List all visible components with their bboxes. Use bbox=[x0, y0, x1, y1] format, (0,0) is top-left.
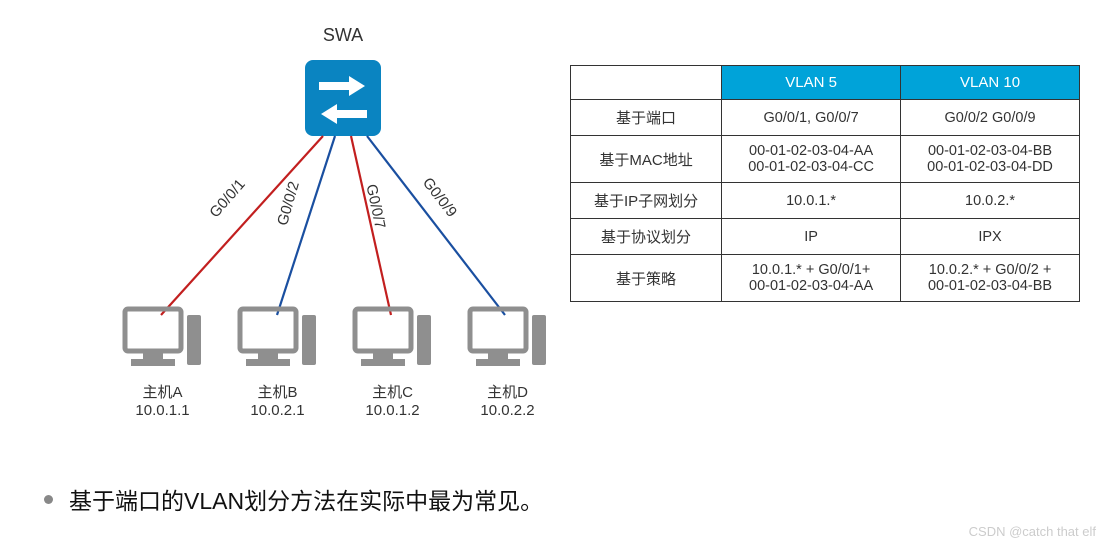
host-label: 主机C bbox=[372, 381, 413, 402]
cell: IPX bbox=[901, 219, 1080, 255]
row-head: 基于IP子网划分 bbox=[571, 183, 722, 219]
row-head: 基于端口 bbox=[571, 100, 722, 136]
host-label: 主机D bbox=[487, 381, 528, 402]
hosts-row: 主机A 10.0.1.1 主机B 10.0.2.1 主机C 10.0.1.2 bbox=[115, 305, 555, 419]
row-head: 基于MAC地址 bbox=[571, 136, 722, 183]
computer-icon bbox=[466, 305, 550, 375]
table-row: 基于协议划分 IP IPX bbox=[571, 219, 1080, 255]
cell: 00-01-02-03-04-BB00-01-02-03-04-DD bbox=[901, 136, 1080, 183]
cell: 00-01-02-03-04-AA00-01-02-03-04-CC bbox=[722, 136, 901, 183]
host-ip: 10.0.2.1 bbox=[250, 402, 304, 419]
host-ip: 10.0.1.2 bbox=[365, 402, 419, 419]
bullet-icon bbox=[44, 495, 53, 504]
cell: 10.0.2.* + G0/0/2 +00-01-02-03-04-BB bbox=[901, 255, 1080, 302]
cell: 10.0.2.* bbox=[901, 183, 1080, 219]
table-header-row: VLAN 5 VLAN 10 bbox=[571, 66, 1080, 100]
header-vlan10: VLAN 10 bbox=[901, 66, 1080, 100]
network-diagram: SWA G0/0/1 G0/0/2 G0/0/7 G0/0/9 主机A 10.0… bbox=[55, 15, 555, 435]
header-vlan5: VLAN 5 bbox=[722, 66, 901, 100]
table-row: 基于端口 G0/0/1, G0/0/7 G0/0/2 G0/0/9 bbox=[571, 100, 1080, 136]
vlan-table: VLAN 5 VLAN 10 基于端口 G0/0/1, G0/0/7 G0/0/… bbox=[570, 65, 1080, 302]
cell: 10.0.1.* bbox=[722, 183, 901, 219]
host-ip: 10.0.2.2 bbox=[480, 402, 534, 419]
cell: IP bbox=[722, 219, 901, 255]
table-row: 基于IP子网划分 10.0.1.* 10.0.2.* bbox=[571, 183, 1080, 219]
host-label: 主机A bbox=[142, 381, 182, 402]
computer-icon bbox=[121, 305, 205, 375]
computer-icon bbox=[351, 305, 435, 375]
bullet-line: 基于端口的VLAN划分方法在实际中最为常见。 bbox=[44, 482, 543, 516]
host-a: 主机A 10.0.1.1 bbox=[115, 305, 210, 419]
host-b: 主机B 10.0.2.1 bbox=[230, 305, 325, 419]
table-row: 基于策略 10.0.1.* + G0/0/1+00-01-02-03-04-AA… bbox=[571, 255, 1080, 302]
host-ip: 10.0.1.1 bbox=[135, 402, 189, 419]
cell: G0/0/2 G0/0/9 bbox=[901, 100, 1080, 136]
host-c: 主机C 10.0.1.2 bbox=[345, 305, 440, 419]
cell: G0/0/1, G0/0/7 bbox=[722, 100, 901, 136]
bullet-text: 基于端口的VLAN划分方法在实际中最为常见。 bbox=[69, 482, 543, 516]
table-row: 基于MAC地址 00-01-02-03-04-AA00-01-02-03-04-… bbox=[571, 136, 1080, 183]
row-head: 基于协议划分 bbox=[571, 219, 722, 255]
row-head: 基于策略 bbox=[571, 255, 722, 302]
watermark: CSDN @catch that elf bbox=[969, 524, 1096, 539]
host-d: 主机D 10.0.2.2 bbox=[460, 305, 555, 419]
header-blank bbox=[571, 66, 722, 100]
host-label: 主机B bbox=[257, 381, 297, 402]
computer-icon bbox=[236, 305, 320, 375]
cell: 10.0.1.* + G0/0/1+00-01-02-03-04-AA bbox=[722, 255, 901, 302]
